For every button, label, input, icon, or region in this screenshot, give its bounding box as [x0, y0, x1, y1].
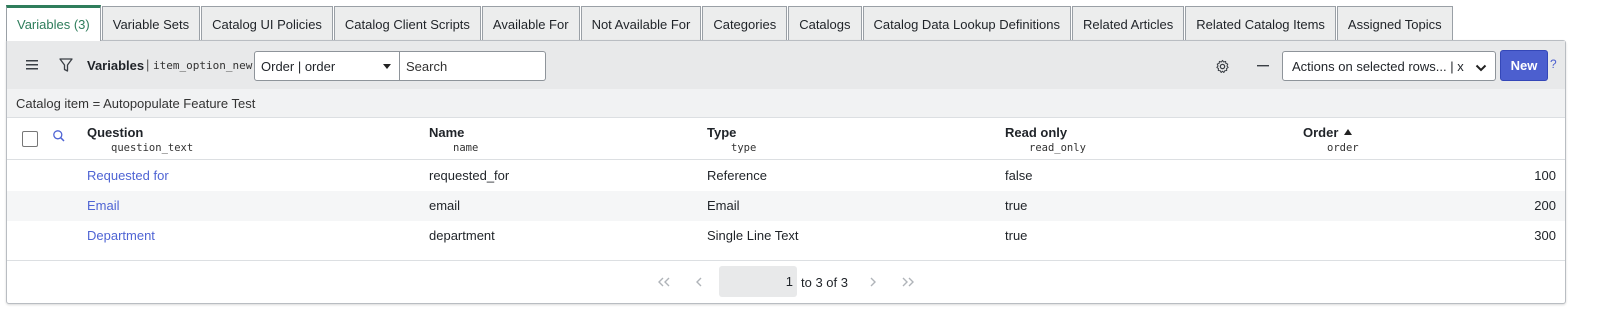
column-label-text: Order [1303, 125, 1339, 140]
tab-assigned-topics[interactable]: Assigned Topics [1336, 6, 1453, 41]
pagination-summary: to 3 of 3 [801, 275, 848, 290]
order-cell: 300 [1534, 228, 1556, 243]
type-cell: Reference [707, 168, 767, 183]
question-link[interactable]: Requested for [87, 168, 169, 183]
search-input[interactable]: Search [400, 51, 546, 81]
name-cell: email [429, 198, 461, 213]
actions-select[interactable]: Actions on selected rows... | x [1282, 51, 1496, 81]
column-label: Read only [1005, 125, 1068, 140]
column-field: question_text [111, 142, 194, 154]
variables-list-panel: Variables | item_option_new Order | orde… [6, 40, 1566, 304]
chevron-down-icon [1475, 61, 1487, 76]
column-field: read_only [1029, 142, 1086, 154]
column-field: type [731, 142, 757, 154]
first-page-icon[interactable] [657, 275, 671, 290]
search-placeholder: Search [406, 58, 448, 74]
last-page-icon[interactable] [901, 275, 915, 290]
tab-catalog-data-lookup-definitions[interactable]: Catalog Data Lookup Definitions [862, 6, 1071, 41]
table-row: Department department Single Line Text t… [7, 221, 1565, 251]
previous-page-icon[interactable] [695, 275, 703, 290]
chevron-down-icon [383, 64, 391, 69]
table-header: Question question_text Name name Type ty… [7, 119, 1565, 160]
sort-ascending-icon [1344, 129, 1353, 135]
tab-categories[interactable]: Categories [702, 6, 788, 41]
pagination-bar: 1 to 3 of 3 [7, 260, 1565, 304]
read-only-cell: true [1005, 198, 1028, 213]
column-field: order [1327, 142, 1359, 154]
column-field: name [453, 142, 479, 154]
tab-catalogs[interactable]: Catalogs [788, 6, 862, 41]
column-label: Type [707, 125, 737, 140]
tab-available-for[interactable]: Available For [481, 6, 580, 41]
tab-catalog-client-scripts[interactable]: Catalog Client Scripts [333, 6, 481, 41]
search-field-select-value: Order | order [261, 58, 336, 74]
next-page-icon[interactable] [869, 275, 877, 290]
table-row: Email email Email true 200 [7, 191, 1565, 221]
list-toolbar: Variables | item_option_new Order | orde… [7, 41, 1565, 89]
actions-select-value: Actions on selected rows... | x [1292, 58, 1464, 74]
column-label: Name [429, 125, 465, 140]
menu-icon[interactable] [19, 52, 45, 78]
column-header-type[interactable]: Type type [707, 125, 756, 154]
breadcrumb-condition[interactable]: Catalog item = Autopopulate Feature Test [16, 96, 255, 111]
read-only-cell: true [1005, 228, 1028, 243]
filter-icon[interactable] [53, 52, 79, 78]
type-cell: Single Line Text [707, 228, 799, 243]
tab-related-catalog-items[interactable]: Related Catalog Items [1185, 6, 1336, 41]
tab-variable-sets[interactable]: Variable Sets [101, 6, 201, 41]
table-row: Requested for requested_for Reference fa… [7, 161, 1565, 191]
new-button[interactable]: New [1500, 50, 1548, 81]
column-label: Order [1303, 125, 1359, 140]
column-header-order[interactable]: Order order [1303, 125, 1359, 154]
table-name: item_option_new [153, 59, 253, 72]
select-all-checkbox[interactable] [22, 131, 38, 147]
search-field-select[interactable]: Order | order [254, 51, 400, 81]
tab-catalog-ui-policies[interactable]: Catalog UI Policies [201, 6, 333, 41]
order-cell: 100 [1534, 168, 1556, 183]
question-link[interactable]: Department [87, 228, 155, 243]
name-cell: requested_for [429, 168, 510, 183]
column-header-question[interactable]: Question question_text [87, 125, 193, 154]
question-link[interactable]: Email [87, 198, 120, 213]
column-label: Question [87, 125, 144, 140]
list-title: Variables [87, 58, 145, 73]
related-lists-tabbar: Variables (3) Variable Sets Catalog UI P… [6, 5, 1454, 41]
help-link[interactable]: ? [1550, 57, 1557, 71]
column-header-name[interactable]: Name name [429, 125, 478, 154]
tab-related-articles[interactable]: Related Articles [1071, 6, 1185, 41]
order-cell: 200 [1534, 198, 1556, 213]
search-icon[interactable] [52, 129, 66, 146]
tab-not-available-for[interactable]: Not Available For [580, 6, 702, 41]
title-separator: | [146, 57, 150, 72]
type-cell: Email [707, 198, 740, 213]
column-header-read-only[interactable]: Read only read_only [1005, 125, 1086, 154]
name-cell: department [429, 228, 495, 243]
breadcrumb: Catalog item = Autopopulate Feature Test [7, 89, 1565, 118]
gear-icon[interactable] [1209, 53, 1235, 79]
tab-variables[interactable]: Variables (3) [6, 5, 101, 41]
read-only-cell: false [1005, 168, 1033, 183]
minus-icon[interactable] [1250, 53, 1276, 79]
page-number-input[interactable]: 1 [719, 266, 797, 297]
